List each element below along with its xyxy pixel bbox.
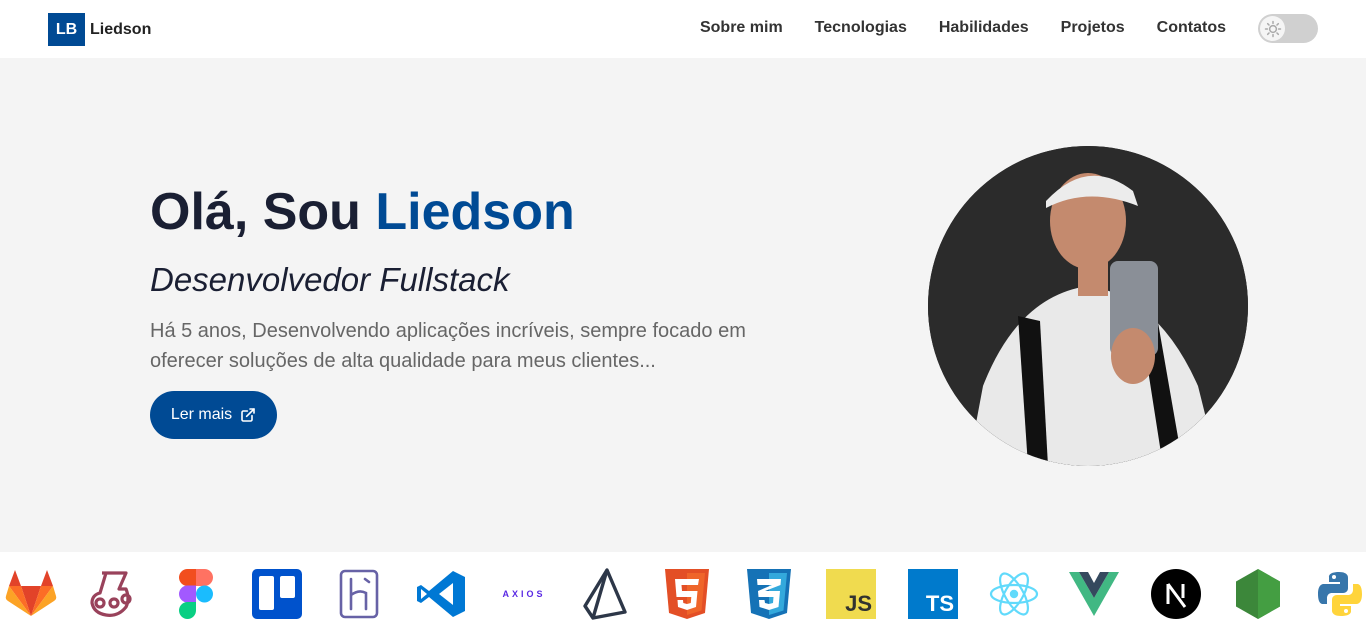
js-label: JS [845, 591, 872, 616]
sun-icon [1264, 20, 1281, 37]
axios-label: AXIOS [502, 589, 546, 599]
external-link-icon [241, 408, 255, 422]
html5-icon [661, 568, 713, 620]
axios-icon: AXIOS [497, 568, 551, 620]
tech-strip: AXIOS JS TS [0, 552, 1366, 635]
nav-link-tecnologias[interactable]: Tecnologias [815, 19, 907, 37]
heroku-icon [333, 568, 385, 620]
nav-links: Sobre mim Tecnologias Habilidades Projet… [700, 19, 1226, 37]
prisma-icon [579, 568, 631, 620]
vscode-icon [415, 568, 467, 620]
ts-label: TS [925, 591, 954, 616]
profile-illustration [928, 146, 1248, 466]
hero-description: Há 5 anos, Desenvolvendo aplicações incr… [150, 320, 746, 372]
trello-icon [251, 568, 303, 620]
vue-icon [1068, 568, 1120, 620]
read-more-label: Ler mais [170, 406, 233, 423]
nodejs-icon [1232, 568, 1284, 620]
jest-icon [87, 568, 139, 620]
python-icon [1314, 568, 1366, 620]
nav-link-projetos[interactable]: Projetos [1061, 19, 1125, 37]
javascript-icon: JS [825, 568, 877, 620]
hero-title: Olá, Sou Liedson [150, 182, 575, 242]
hero-greeting: Olá, Sou [150, 183, 376, 241]
read-more-button[interactable]: Ler mais [150, 391, 277, 439]
logo-initials: LB [48, 13, 85, 46]
css3-icon [743, 568, 795, 620]
logo[interactable]: LB Liedson [48, 13, 151, 46]
nav-link-habilidades[interactable]: Habilidades [939, 19, 1029, 37]
hero-subtitle: Desenvolvedor Fullstack [150, 261, 510, 298]
react-icon [988, 568, 1040, 620]
navbar: LB Liedson Sobre mim Tecnologias Habilid… [0, 0, 1366, 58]
hero-name: Liedson [375, 183, 575, 241]
logo-name: Liedson [90, 20, 152, 38]
figma-icon [170, 568, 222, 620]
toggle-knob [1260, 16, 1285, 41]
nextjs-icon [1150, 568, 1202, 620]
profile-photo [928, 146, 1248, 466]
typescript-icon: TS [907, 568, 959, 620]
theme-toggle[interactable] [1258, 14, 1318, 43]
nav-link-contatos[interactable]: Contatos [1157, 19, 1226, 37]
nav-link-sobre-mim[interactable]: Sobre mim [700, 19, 783, 37]
gitlab-icon [5, 568, 57, 620]
